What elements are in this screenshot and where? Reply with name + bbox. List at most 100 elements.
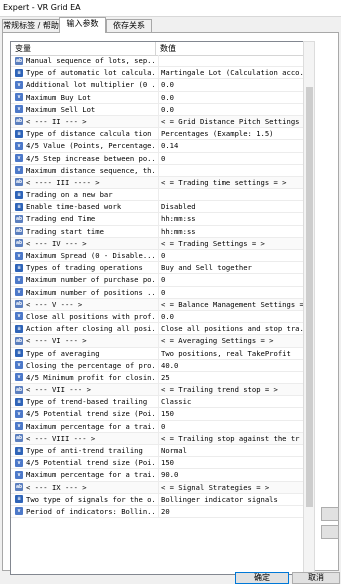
parameter-value[interactable]: 40.0 — [158, 359, 303, 372]
parameter-value[interactable]: 150 — [158, 408, 303, 421]
parameter-name: Maximum distance sequence, th... — [26, 165, 154, 175]
parameter-value[interactable]: 0.14 — [158, 140, 303, 153]
table-row[interactable]: ab < --- V --- > < = Balance Management Se… — [11, 298, 303, 311]
table-row[interactable]: v 4/5 Potential trend size (Poi... 150 — [11, 457, 303, 470]
table-row[interactable]: v 4/5 Step increase between po... 0 — [11, 152, 303, 165]
parameter-value[interactable]: Classic — [158, 396, 303, 409]
parameter-value[interactable]: < = Trailing trend stop = > — [158, 384, 303, 397]
parameter-value[interactable]: 0 — [158, 286, 303, 299]
cancel-button[interactable]: 取消 — [292, 572, 340, 584]
scrollbar-thumb[interactable] — [306, 87, 313, 507]
enum-param-icon: ≡ — [15, 263, 23, 272]
parameter-rows: ab Manual sequence of lots, sep... ≡ Type o… — [11, 55, 303, 519]
table-row[interactable]: v Maximum percentage for a trai... 90.0 — [11, 469, 303, 482]
table-row[interactable]: ≡ Action after closing all posi... Close a… — [11, 323, 303, 336]
table-row[interactable]: ≡ Type of distance calcula tion Percentage… — [11, 128, 303, 141]
parameter-name: Additional lot multiplier (0 ... — [26, 80, 154, 90]
table-row[interactable]: ≡ Trading on a new bar — [11, 189, 303, 202]
parameter-value[interactable]: < = Averaging Settings = > — [158, 335, 303, 348]
string-param-icon: ab — [15, 385, 23, 394]
table-row[interactable]: ≡ Type of automatic lot calcula... Marting… — [11, 67, 303, 80]
table-row[interactable]: v Close all positions with prof... 0.0 — [11, 310, 303, 324]
parameter-value[interactable]: hh:mm:ss — [158, 213, 303, 226]
parameter-value[interactable]: 0.0 — [158, 103, 303, 116]
table-row[interactable]: ab < --- IV --- > < = Trading Settings = > — [11, 237, 303, 250]
table-row[interactable]: ≡ Type of trend-based trailing Classic — [11, 396, 303, 409]
parameter-value[interactable]: < = Trailing stop against the tr — [158, 432, 303, 445]
parameter-value[interactable]: < = Balance Management Settings = > — [158, 298, 303, 311]
parameter-value[interactable]: 20 — [158, 505, 303, 518]
table-row[interactable]: ab Manual sequence of lots, sep... — [11, 55, 303, 68]
table-row[interactable]: ≡ Type of averaging Two positions, real Ta… — [11, 347, 303, 360]
table-row[interactable]: v Maximum percentage for a trai... 0 — [11, 420, 303, 433]
table-row[interactable]: v Additional lot multiplier (0 ... 0.0 — [11, 79, 303, 92]
table-row[interactable]: ab < --- VI --- > < = Averaging Settings =… — [11, 335, 303, 348]
parameter-value[interactable]: 0.0 — [158, 310, 303, 323]
parameter-value[interactable]: Two positions, real TakeProfit — [158, 347, 303, 360]
parameter-value[interactable]: 90.0 — [158, 469, 303, 482]
parameter-name: 4/5 Step increase between po... — [26, 153, 154, 163]
parameter-value[interactable]: < = Trading Settings = > — [158, 237, 303, 250]
parameter-value[interactable] — [158, 55, 303, 67]
tab-inputs[interactable]: 输入参数 — [59, 17, 106, 33]
parameter-value[interactable]: Disabled — [158, 201, 303, 214]
parameter-value[interactable]: < = Grid Distance Pitch Settings = > — [158, 115, 303, 128]
parameter-value[interactable]: 25 — [158, 371, 303, 384]
column-header-variable[interactable]: 变量 — [11, 42, 156, 55]
parameter-name: Maximum Sell Lot — [26, 104, 96, 114]
table-row[interactable]: v Period of indicators: Bollin... 20 — [11, 505, 303, 519]
parameter-value[interactable] — [158, 164, 303, 177]
table-row[interactable]: ab < --- IX --- > < = Signal Strategies = … — [11, 481, 303, 494]
parameter-value[interactable]: < = Trading time settings = > — [158, 176, 303, 189]
parameter-name: 4/5 Potential trend size (Poi... — [26, 458, 154, 468]
vertical-scrollbar[interactable] — [303, 41, 315, 573]
table-row[interactable]: ab < --- VII --- > < = Trailing trend stop… — [11, 384, 303, 397]
parameter-value[interactable]: Bollinger indicator signals — [158, 493, 303, 506]
table-row[interactable]: ab Trading start time hh:mm:ss — [11, 225, 303, 238]
table-row[interactable]: v 4/5 Value (Points, Percentage... 0.14 — [11, 140, 303, 153]
parameter-value[interactable]: < = Signal Strategies = > — [158, 481, 303, 494]
parameter-value[interactable]: 0 — [158, 274, 303, 287]
parameter-value[interactable]: 0 — [158, 420, 303, 433]
column-header-value[interactable]: 数值 — [156, 42, 303, 55]
table-row[interactable]: v Maximum Sell Lot 0.0 — [11, 103, 303, 116]
table-row[interactable]: v Maximum number of purchase po... 0 — [11, 274, 303, 287]
parameter-name: Maximum Buy Lot — [26, 92, 91, 102]
parameter-value[interactable]: 150 — [158, 457, 303, 470]
parameter-value[interactable]: 0 — [158, 250, 303, 262]
table-row[interactable]: v Maximum number of positions ... 0 — [11, 286, 303, 299]
parameter-name: Types of trading operations — [26, 263, 143, 273]
enum-param-icon: ≡ — [15, 190, 23, 199]
table-row[interactable]: ≡ Two type of signals for the o... Bolling… — [11, 493, 303, 506]
table-row[interactable]: ab < --- II --- > < = Grid Distance Pitch … — [11, 115, 303, 129]
table-row[interactable]: v Maximum Spread (0 - Disable... 0 — [11, 250, 303, 263]
table-row[interactable]: ≡ Type of anti-trend trailing Normal — [11, 445, 303, 458]
parameter-value[interactable] — [158, 189, 303, 202]
tab-dependencies[interactable]: 依存关系 — [106, 19, 152, 32]
table-row[interactable]: v Maximum distance sequence, th... — [11, 164, 303, 177]
string-param-icon: ab — [15, 227, 23, 236]
parameter-value[interactable]: Martingale Lot (Calculation acco... — [158, 67, 303, 80]
parameter-value[interactable]: 0.0 — [158, 91, 303, 104]
table-row[interactable]: v 4/5 Minimum profit for closin... 25 — [11, 371, 303, 385]
table-row[interactable]: ≡ Enable time-based work Disabled — [11, 201, 303, 214]
table-row[interactable]: v Closing the percentage of pro... 40.0 — [11, 359, 303, 372]
tab-common[interactable]: 常规标签 / 帮助 — [2, 19, 60, 32]
save-button[interactable] — [321, 525, 339, 539]
parameter-name: < --- IX --- > — [26, 482, 87, 492]
parameter-value[interactable]: Normal — [158, 445, 303, 457]
table-row[interactable]: v Maximum Buy Lot 0.0 — [11, 91, 303, 104]
table-row[interactable]: ≡ Types of trading operations Buy and Sell… — [11, 262, 303, 275]
table-row[interactable]: v 4/5 Potential trend size (Poi... 150 — [11, 408, 303, 421]
table-row[interactable]: ab Trading end Time hh:mm:ss — [11, 213, 303, 226]
table-row[interactable]: ab < ---- III ---- > < = Trading time sett… — [11, 176, 303, 190]
ok-button[interactable]: 确定 — [235, 572, 289, 584]
table-row[interactable]: ab < --- VIII --- > < = Trailing stop agai… — [11, 432, 303, 445]
parameter-value[interactable]: 0.0 — [158, 79, 303, 92]
parameter-value[interactable]: Percentages (Example: 1.5) — [158, 128, 303, 141]
load-button[interactable] — [321, 507, 339, 521]
parameter-value[interactable]: hh:mm:ss — [158, 225, 303, 238]
parameter-value[interactable]: Close all positions and stop tra... — [158, 323, 303, 336]
parameter-value[interactable]: 0 — [158, 152, 303, 165]
parameter-value[interactable]: Buy and Sell together — [158, 262, 303, 275]
